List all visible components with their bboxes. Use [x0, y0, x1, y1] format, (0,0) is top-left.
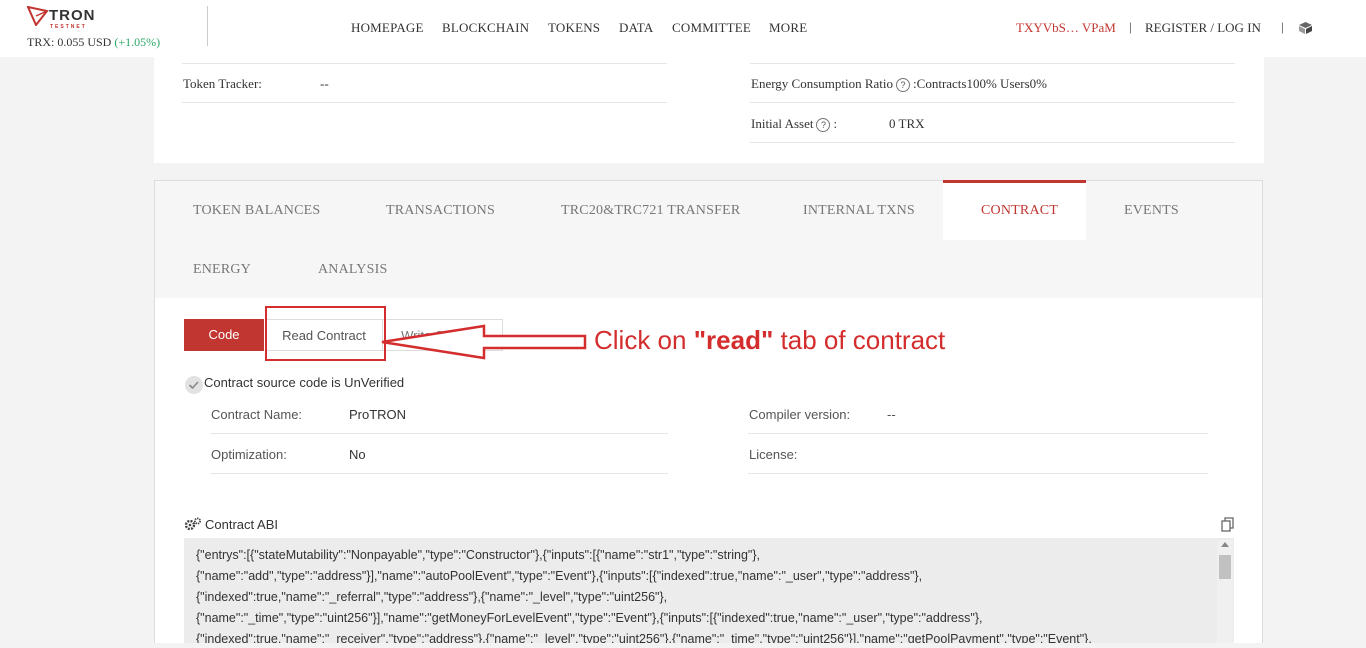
top-header: TRON TESTNET TRX: 0.055 USD (+1.05%) HOM… [0, 0, 1366, 57]
nav-data[interactable]: DATA [619, 20, 653, 36]
energy-ratio-value: :Contracts100% Users0% [913, 76, 1047, 91]
tab-internal-txns[interactable]: INTERNAL TXNS [803, 203, 915, 219]
annotation-bold: "read" [693, 325, 774, 355]
red-arrow-icon [381, 324, 587, 360]
tron-logo-icon[interactable] [27, 6, 49, 26]
nav-tokens[interactable]: TOKENS [548, 20, 600, 36]
tab-trc20-trc721-transfer[interactable]: TRC20&TRC721 TRANSFER [561, 203, 740, 219]
cube-icon[interactable] [1298, 21, 1313, 35]
check-circle-icon [185, 376, 203, 394]
nav-blockchain[interactable]: BLOCKCHAIN [442, 20, 529, 36]
annotation-text: Click on "read" tab of contract [594, 325, 945, 356]
compiler-version-value: -- [887, 407, 896, 422]
divider [210, 473, 668, 474]
compiler-version-label: Compiler version: [749, 407, 851, 422]
register-login-link[interactable]: REGISTER / LOG IN [1145, 20, 1261, 36]
nav-committee[interactable]: COMMITTEE [672, 20, 751, 36]
trx-price: TRX: 0.055 USD (+1.05%) [27, 35, 160, 50]
divider [748, 433, 1208, 434]
help-icon[interactable]: ? [896, 78, 911, 93]
energy-ratio-label: Energy Consumption Ratio [751, 76, 894, 91]
tab-analysis[interactable]: ANALYSIS [318, 262, 387, 278]
annotation-post: tab of contract [773, 325, 946, 355]
abi-line: {"indexed":true,"name":"_receiver","type… [196, 632, 1092, 643]
account-address[interactable]: TXYVbS… VPaM [1016, 20, 1116, 36]
initial-asset-row: Initial Asset?: [751, 116, 838, 133]
header-divider [207, 6, 208, 46]
license-label: License: [749, 447, 798, 462]
contract-name-value: ProTRON [349, 407, 407, 422]
initial-asset-value: 0 TRX [889, 116, 925, 131]
divider [750, 102, 1235, 103]
price-value: TRX: 0.055 USD [27, 35, 112, 49]
token-tracker-value: -- [320, 76, 329, 91]
initial-asset-label: Initial Asset [751, 116, 814, 131]
abi-line: {"entrys":[{"stateMutability":"Nonpayabl… [196, 548, 761, 562]
tab-transactions[interactable]: TRANSACTIONS [386, 203, 495, 219]
token-tracker-label: Token Tracker: [183, 76, 262, 91]
highlight-box [265, 306, 386, 361]
nav-homepage[interactable]: HOMEPAGE [351, 20, 424, 36]
price-change: (+1.05%) [114, 35, 161, 49]
overview-card: Token Tracker: -- Energy Consumption Rat… [154, 57, 1264, 163]
divider [182, 63, 667, 64]
divider [210, 433, 668, 434]
abi-line: {"name":"add","type":"address"}],"name":… [196, 569, 923, 583]
gears-icon [184, 517, 201, 531]
abi-line: {"indexed":true,"name":"_referral","type… [196, 590, 668, 604]
tabs-panel [154, 180, 1263, 298]
help-icon[interactable]: ? [816, 118, 831, 133]
divider [182, 102, 667, 103]
optimization-label: Optimization: [211, 447, 287, 462]
abi-line: {"name":"_time","type":"uint256"}],"name… [196, 611, 983, 625]
logo-text[interactable]: TRON [49, 7, 96, 24]
annotation-pre: Click on [594, 325, 694, 355]
tab-contract[interactable]: CONTRACT [981, 203, 1058, 219]
optimization-value: No [349, 447, 366, 462]
contract-name-label: Contract Name: [211, 407, 303, 422]
tab-token-balances[interactable]: TOKEN BALANCES [193, 203, 320, 219]
nav-more[interactable]: MORE [769, 20, 807, 36]
subtab-code[interactable]: Code [184, 319, 264, 351]
energy-ratio-row: Energy Consumption Ratio?:Contracts100% … [751, 76, 1047, 93]
copy-icon[interactable] [1221, 517, 1235, 532]
tab-events[interactable]: EVENTS [1124, 203, 1179, 219]
divider [748, 473, 1208, 474]
divider [750, 63, 1235, 64]
abi-scrollbar[interactable] [1217, 540, 1233, 643]
contract-abi-code[interactable]: {"entrys":[{"stateMutability":"Nonpayabl… [184, 538, 1234, 643]
logo-subtitle: TESTNET [50, 24, 87, 30]
tab-energy[interactable]: ENERGY [193, 262, 251, 278]
separator: | [1129, 19, 1132, 34]
separator: | [1281, 19, 1284, 34]
divider [750, 142, 1235, 143]
contract-abi-title: Contract ABI [205, 517, 278, 532]
verify-status: Contract source code is UnVerified [204, 375, 405, 390]
